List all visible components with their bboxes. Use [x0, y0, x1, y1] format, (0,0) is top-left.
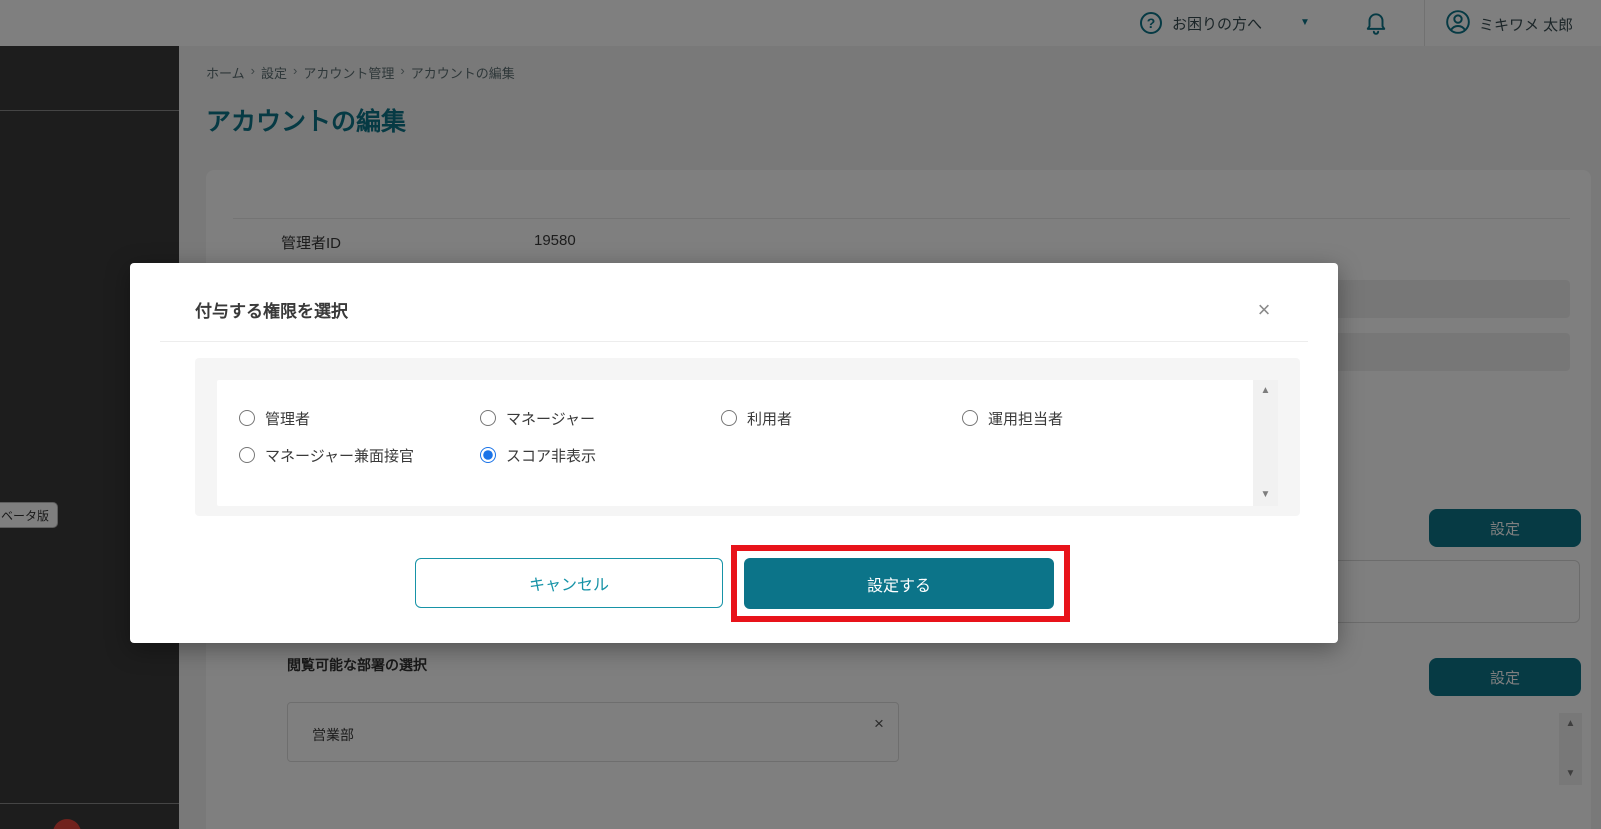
- radio-label: スコア非表示: [506, 447, 597, 465]
- permission-list: 管理者 マネージャー 利用者 運用担当者 マネージャー兼面接官 スコア非表示 ▲…: [217, 380, 1278, 506]
- list-scrollbar[interactable]: ▲ ▼: [1253, 380, 1278, 506]
- screen: ? お困りの方へ ▼ ミキワメ 太郎 ベータ版: [0, 0, 1601, 829]
- radio-input-hide-score[interactable]: [480, 447, 496, 463]
- radio-label: 運用担当者: [988, 410, 1064, 428]
- radio-input-admin[interactable]: [239, 410, 255, 426]
- radio-label: マネージャー兼面接官: [265, 447, 414, 465]
- radio-input-manager-interviewer[interactable]: [239, 447, 255, 463]
- permission-panel: 管理者 マネージャー 利用者 運用担当者 マネージャー兼面接官 スコア非表示 ▲…: [195, 358, 1300, 516]
- close-icon[interactable]: ×: [1250, 296, 1278, 324]
- radio-option-hide-score[interactable]: スコア非表示: [480, 445, 596, 465]
- radio-option-manager-interviewer[interactable]: マネージャー兼面接官: [239, 445, 414, 465]
- radio-input-operations[interactable]: [962, 410, 978, 426]
- modal-title: 付与する権限を選択: [195, 302, 348, 321]
- cancel-button[interactable]: キャンセル: [415, 558, 723, 608]
- scroll-down-icon[interactable]: ▼: [1261, 490, 1271, 500]
- annotation-highlight-box: [731, 545, 1070, 622]
- permission-modal: 付与する権限を選択 × 管理者 マネージャー 利用者 運用担当者 マネージャー兼…: [130, 263, 1338, 643]
- radio-label: マネージャー: [506, 410, 595, 428]
- radio-option-admin[interactable]: 管理者: [239, 408, 310, 428]
- radio-option-user[interactable]: 利用者: [721, 408, 792, 428]
- radio-option-manager[interactable]: マネージャー: [480, 408, 595, 428]
- radio-option-operations[interactable]: 運用担当者: [962, 408, 1063, 428]
- modal-divider: [160, 341, 1308, 342]
- scroll-up-icon[interactable]: ▲: [1261, 386, 1271, 396]
- radio-input-user[interactable]: [721, 410, 737, 426]
- radio-label: 管理者: [265, 410, 311, 428]
- radio-input-manager[interactable]: [480, 410, 496, 426]
- radio-label: 利用者: [747, 410, 793, 428]
